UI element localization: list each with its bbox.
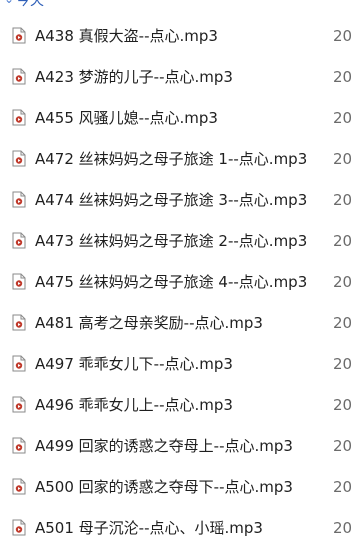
file-row[interactable]: A474 丝袜妈妈之母子旅途 3--点心.mp3 20 — [0, 180, 351, 221]
audio-file-icon — [12, 232, 26, 249]
audio-file-icon — [12, 437, 26, 454]
file-row[interactable]: A472 丝袜妈妈之母子旅途 1--点心.mp3 20 — [0, 139, 351, 180]
file-row[interactable]: A496 乖乖女儿上--点心.mp3 20 — [0, 385, 351, 426]
file-name: A474 丝袜妈妈之母子旅途 3--点心.mp3 — [35, 191, 308, 209]
file-date: 20 — [333, 68, 351, 86]
audio-file-icon — [12, 519, 26, 536]
file-name: A500 回家的诱惑之夺母下--点心.mp3 — [35, 478, 293, 496]
file-name: A496 乖乖女儿上--点心.mp3 — [35, 396, 233, 414]
file-name: A497 乖乖女儿下--点心.mp3 — [35, 355, 233, 373]
file-date: 20 — [333, 437, 351, 455]
file-row[interactable]: A455 风骚儿媳--点心.mp3 20 — [0, 98, 351, 139]
file-row[interactable]: A438 真假大盗--点心.mp3 20 — [0, 16, 351, 57]
file-date: 20 — [333, 273, 351, 291]
file-date: 20 — [333, 519, 351, 537]
group-header[interactable]: ⌄ 今天 — [0, 0, 351, 12]
file-row[interactable]: A500 回家的诱惑之夺母下--点心.mp3 20 — [0, 467, 351, 508]
file-row[interactable]: A497 乖乖女儿下--点心.mp3 20 — [0, 344, 351, 385]
file-date: 20 — [333, 27, 351, 45]
file-name: A472 丝袜妈妈之母子旅途 1--点心.mp3 — [35, 150, 308, 168]
audio-file-icon — [12, 355, 26, 372]
audio-file-icon — [12, 109, 26, 126]
file-date: 20 — [333, 191, 351, 209]
file-name: A423 梦游的儿子--点心.mp3 — [35, 68, 233, 86]
audio-file-icon — [12, 396, 26, 413]
audio-file-icon — [12, 150, 26, 167]
file-name: A473 丝袜妈妈之母子旅途 2--点心.mp3 — [35, 232, 308, 250]
audio-file-icon — [12, 314, 26, 331]
file-row[interactable]: A423 梦游的儿子--点心.mp3 20 — [0, 57, 351, 98]
file-name: A501 母子沉沦--点心、小瑶.mp3 — [35, 519, 263, 537]
audio-file-icon — [12, 273, 26, 290]
file-row[interactable]: A499 回家的诱惑之夺母上--点心.mp3 20 — [0, 426, 351, 467]
file-row[interactable]: A501 母子沉沦--点心、小瑶.mp3 20 — [0, 508, 351, 549]
file-date: 20 — [333, 109, 351, 127]
audio-file-icon — [12, 27, 26, 44]
file-date: 20 — [333, 396, 351, 414]
file-name: A499 回家的诱惑之夺母上--点心.mp3 — [35, 437, 293, 455]
file-date: 20 — [333, 232, 351, 250]
file-date: 20 — [333, 478, 351, 496]
file-list: A438 真假大盗--点心.mp3 20 A423 梦游的儿子--点心.mp3 20 A… — [0, 16, 351, 549]
file-row[interactable]: A481 高考之母亲奖励--点心.mp3 20 — [0, 303, 351, 344]
file-name: A438 真假大盗--点心.mp3 — [35, 27, 218, 45]
group-header-label: 今天 — [16, 0, 44, 9]
file-row[interactable]: A473 丝袜妈妈之母子旅途 2--点心.mp3 20 — [0, 221, 351, 262]
file-name: A455 风骚儿媳--点心.mp3 — [35, 109, 218, 127]
file-date: 20 — [333, 355, 351, 373]
collapse-chevron-icon[interactable]: ⌄ — [4, 0, 14, 6]
file-name: A481 高考之母亲奖励--点心.mp3 — [35, 314, 263, 332]
audio-file-icon — [12, 191, 26, 208]
audio-file-icon — [12, 478, 26, 495]
file-date: 20 — [333, 314, 351, 332]
audio-file-icon — [12, 68, 26, 85]
file-date: 20 — [333, 150, 351, 168]
file-name: A475 丝袜妈妈之母子旅途 4--点心.mp3 — [35, 273, 308, 291]
file-row[interactable]: A475 丝袜妈妈之母子旅途 4--点心.mp3 20 — [0, 262, 351, 303]
